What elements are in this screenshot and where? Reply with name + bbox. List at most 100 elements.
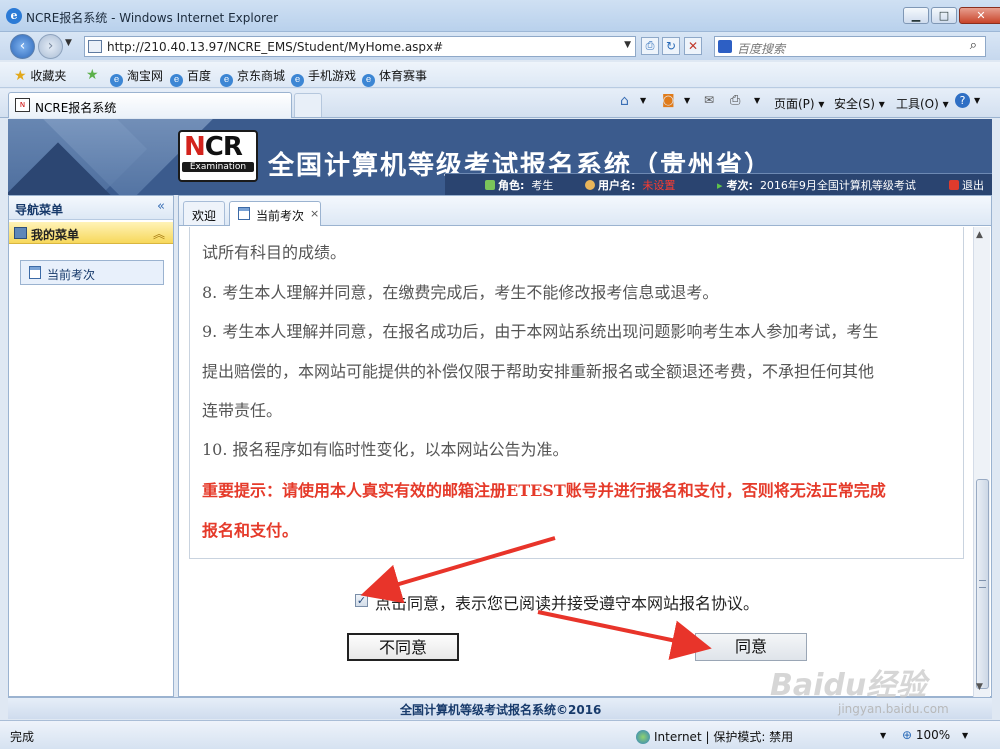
browser-tab-label: NCRE报名系统 bbox=[35, 101, 117, 115]
minimize-button[interactable]: ▁ bbox=[903, 7, 929, 24]
agreement-line: 9. 考生本人理解并同意，在报名成功后，由于本网站系统出现问题影响考生本人参加考… bbox=[202, 322, 879, 341]
window-title: NCRE报名系统 - Windows Internet Explorer bbox=[26, 11, 279, 25]
my-menu-group[interactable]: 我的菜单 ︽ bbox=[9, 222, 173, 244]
agreement-line: 提出赔偿的，本网站可能提供的补偿仅限于帮助安排重新报名或全额退还考费，不承担任何… bbox=[202, 362, 875, 381]
important-notice: 重要提示：请使用本人真实有效的邮箱注册ETEST账号并进行报名和支付，否则将无法… bbox=[202, 481, 886, 500]
watermark-url: jingyan.baidu.com bbox=[838, 702, 949, 716]
address-input[interactable]: http://210.40.13.97/NCRE_EMS/Student/MyH… bbox=[84, 36, 636, 57]
ncre-favicon-icon: N bbox=[15, 98, 30, 112]
main-panel: 欢迎 当前考次 × 试所有科目的成绩。 8. 考生本人理解并同意，在缴费完成后，… bbox=[178, 195, 992, 697]
scroll-thumb[interactable] bbox=[976, 479, 989, 689]
add-favorite-icon[interactable]: ★ bbox=[86, 67, 99, 83]
favorites-star-icon: ★ bbox=[14, 68, 27, 84]
back-button[interactable]: ‹ bbox=[10, 34, 35, 59]
logout-icon bbox=[949, 180, 959, 190]
address-toolbar: ‹ › ▼ http://210.40.13.97/NCRE_EMS/Stude… bbox=[0, 32, 1000, 60]
agree-checkbox[interactable]: ✓ bbox=[355, 594, 368, 607]
print-dropdown-icon[interactable]: ▼ bbox=[754, 96, 760, 105]
scroll-up-icon[interactable]: ▲ bbox=[976, 230, 983, 240]
vertical-scrollbar[interactable]: ▲ ▼ bbox=[973, 227, 990, 697]
agreement-line: 10. 报名程序如有临时性变化，以本网站公告为准。 bbox=[202, 440, 569, 459]
fav-link-taobao[interactable]: e 淘宝网 bbox=[110, 67, 163, 87]
collapse-menu-icon[interactable]: ︽ bbox=[153, 225, 165, 242]
search-icon[interactable]: ⌕ bbox=[970, 38, 977, 53]
user-info-bar: 角色: 考生 用户名: 未设置 ▸ 考次: 2016年9月全国计算机等级考试 退出 bbox=[445, 173, 992, 195]
exam-value: 2016年9月全国计算机等级考试 bbox=[759, 179, 916, 192]
footer-text: 全国计算机等级考试报名系统©2016 bbox=[400, 703, 602, 717]
page-menu[interactable]: 页面(P) ▾ bbox=[774, 95, 824, 112]
document-icon bbox=[29, 266, 41, 279]
fav-link-jd[interactable]: e 京东商城 bbox=[220, 67, 285, 87]
window-title-bar: e NCRE报名系统 - Windows Internet Explorer ▁… bbox=[0, 0, 1000, 32]
page-icon bbox=[88, 40, 102, 53]
new-tab-button[interactable] bbox=[294, 93, 322, 117]
help-dropdown-icon[interactable]: ▼ bbox=[974, 96, 980, 105]
exam-info: ▸ 考次: 2016年9月全国计算机等级考试 bbox=[717, 179, 916, 192]
home-dropdown-icon[interactable]: ▼ bbox=[640, 96, 646, 105]
browser-tab-row: N NCRE报名系统 ⌂ ▼ ◙ ▼ ✉ ⎙ ▼ 页面(P) ▾ 安全(S) ▾… bbox=[0, 89, 1000, 118]
fav-link-games[interactable]: e 手机游戏 bbox=[291, 67, 356, 87]
browser-tab-ncre[interactable]: N NCRE报名系统 bbox=[8, 92, 292, 118]
home-icon[interactable]: ⌂ bbox=[620, 93, 629, 109]
collapse-sidebar-icon[interactable]: « bbox=[157, 199, 165, 214]
logout-link[interactable]: 退出 bbox=[949, 177, 984, 193]
username-value: 未设置 bbox=[642, 179, 676, 192]
logo-subtitle: Examination bbox=[182, 162, 254, 172]
help-icon[interactable]: ? bbox=[955, 93, 970, 108]
zone-dropdown-icon[interactable]: ▼ bbox=[880, 731, 886, 740]
close-tab-icon[interactable]: × bbox=[310, 207, 319, 220]
print-icon[interactable]: ⎙ bbox=[730, 93, 740, 108]
baidu-watermark: Baidu经验 bbox=[770, 668, 927, 703]
agreement-text-panel: 试所有科目的成绩。 8. 考生本人理解并同意，在缴费完成后，考生不能修改报考信息… bbox=[189, 227, 964, 559]
agree-checkbox-label[interactable]: 点击同意，表示您已阅读并接受遵守本网站报名协议。 bbox=[375, 590, 759, 614]
disagree-button[interactable]: 不同意 bbox=[347, 633, 459, 661]
feeds-icon[interactable]: ◙ bbox=[662, 93, 675, 108]
agreement-line: 8. 考生本人理解并同意，在缴费完成后，考生不能修改报考信息或退考。 bbox=[202, 283, 719, 302]
tab-current-exam[interactable]: 当前考次 × bbox=[229, 201, 321, 226]
refresh-icon[interactable]: ↻ bbox=[662, 37, 680, 55]
compat-view-icon[interactable]: ⎙ bbox=[641, 37, 659, 55]
safety-menu[interactable]: 安全(S) ▾ bbox=[834, 95, 885, 112]
status-text: 完成 bbox=[10, 730, 35, 744]
role-value: 考生 bbox=[531, 179, 554, 192]
tools-menu[interactable]: 工具(O) ▾ bbox=[896, 95, 949, 112]
my-menu-label: 我的菜单 bbox=[31, 228, 80, 242]
maximize-button[interactable]: □ bbox=[931, 7, 957, 24]
tab-label: 当前考次 bbox=[256, 209, 305, 223]
security-zone[interactable]: Internet | 保护模式: 禁用 bbox=[636, 728, 793, 745]
sidebar-header: 导航菜单 « bbox=[9, 196, 173, 220]
favorites-button[interactable]: ★ 收藏夹 bbox=[14, 67, 66, 84]
site-header: NCR Examination 全国计算机等级考试报名系统（贵州省） 角色: 考… bbox=[8, 119, 992, 195]
baidu-search-icon bbox=[718, 40, 732, 53]
scroll-down-icon[interactable]: ▼ bbox=[976, 682, 983, 692]
forward-button[interactable]: › bbox=[38, 34, 63, 59]
exam-arrow-icon: ▸ bbox=[717, 179, 723, 192]
sidebar-title: 导航菜单 bbox=[15, 203, 64, 217]
tab-welcome[interactable]: 欢迎 bbox=[183, 201, 225, 225]
address-url: http://210.40.13.97/NCRE_EMS/Student/MyH… bbox=[107, 40, 444, 54]
search-input[interactable]: 百度搜索 ⌕ bbox=[714, 36, 986, 57]
stop-icon[interactable]: ✕ bbox=[684, 37, 702, 55]
role-icon bbox=[485, 180, 495, 190]
agree-button[interactable]: 同意 bbox=[695, 633, 807, 661]
zoom-level[interactable]: ⊕ 100% bbox=[902, 728, 950, 742]
address-dropdown-icon[interactable]: ▼ bbox=[624, 40, 631, 50]
mail-icon[interactable]: ✉ bbox=[704, 93, 714, 107]
sidebar: 导航菜单 « 我的菜单 ︽ 当前考次 bbox=[8, 195, 174, 697]
status-bar: 完成 Internet | 保护模式: 禁用 ▼ ⊕ 100% ▼ bbox=[0, 720, 1000, 749]
fav-link-sports[interactable]: e 体育赛事 bbox=[362, 67, 427, 87]
favorites-bar: ★ 收藏夹 ★ e 淘宝网 e 百度 e 京东商城 e 手机游戏 e 体育赛事 bbox=[0, 62, 1000, 88]
tab-label: 欢迎 bbox=[192, 209, 217, 223]
close-window-button[interactable]: ✕ bbox=[959, 7, 1000, 24]
search-placeholder: 百度搜索 bbox=[737, 42, 786, 56]
fav-link-baidu[interactable]: e 百度 bbox=[170, 67, 211, 87]
globe-icon bbox=[636, 730, 650, 744]
zoom-dropdown-icon[interactable]: ▼ bbox=[962, 731, 968, 740]
username-info: 用户名: 未设置 bbox=[585, 177, 675, 193]
feeds-dropdown-icon[interactable]: ▼ bbox=[684, 96, 690, 105]
sidebar-item-current-exam[interactable]: 当前考次 bbox=[20, 260, 164, 285]
zoom-icon: ⊕ bbox=[902, 728, 913, 742]
content-tab-bar: 欢迎 当前考次 × bbox=[179, 196, 991, 226]
scroll-grip bbox=[979, 580, 986, 588]
history-dropdown-icon[interactable]: ▼ bbox=[65, 38, 72, 48]
